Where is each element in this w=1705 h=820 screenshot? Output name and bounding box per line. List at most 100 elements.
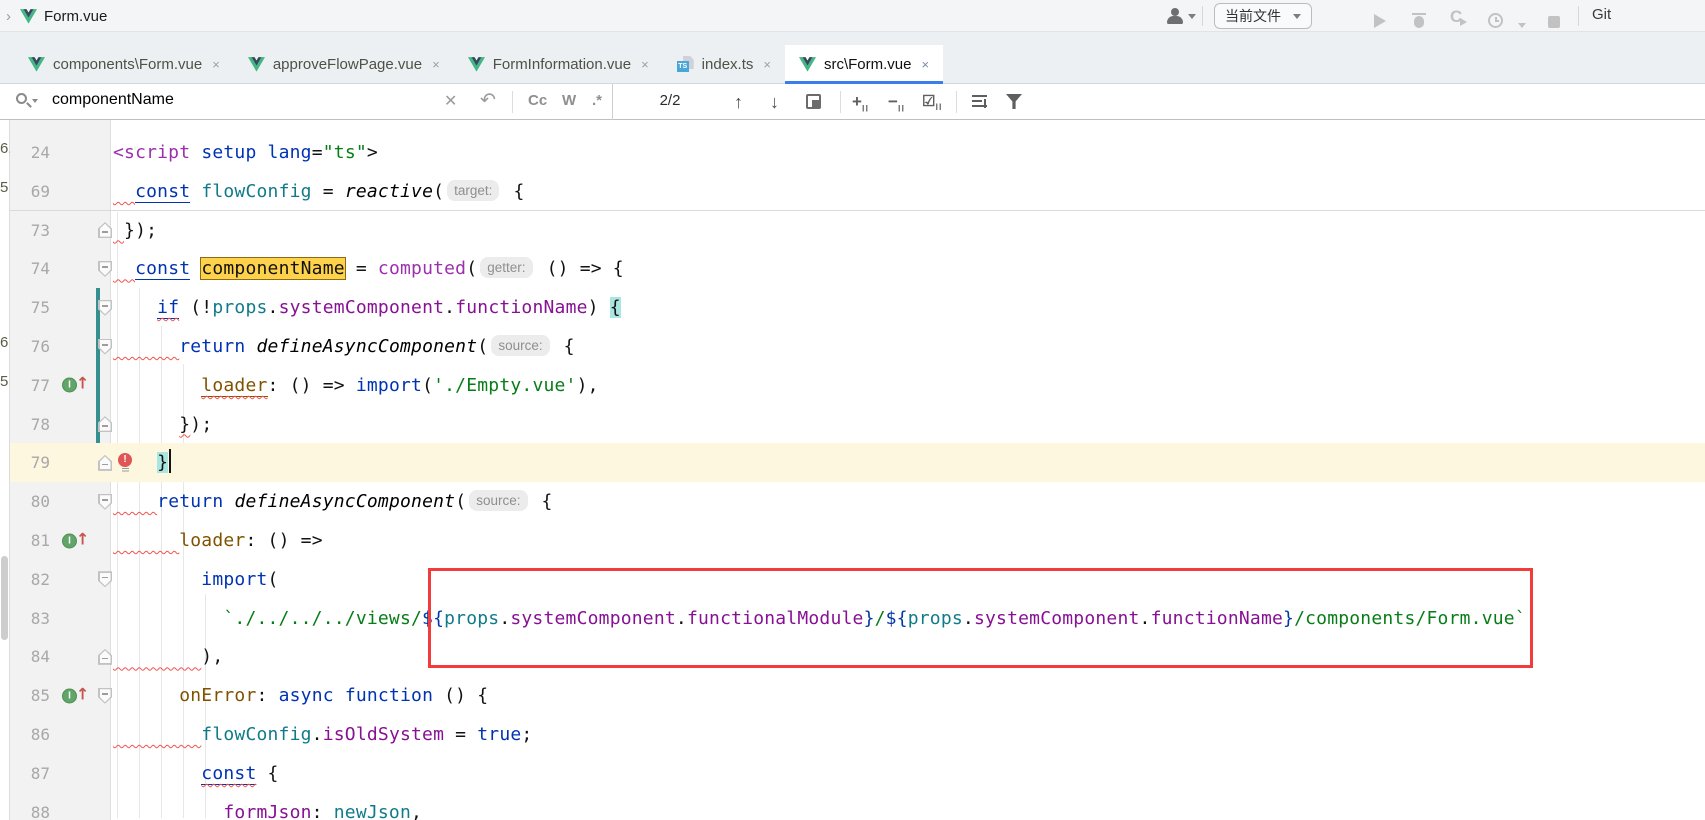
code-text: const componentName = computed(getter: (…	[113, 249, 624, 288]
title-bar: › Form.vue 当前文件 C Git	[0, 0, 1705, 32]
user-account-icon[interactable]	[1166, 4, 1196, 28]
code-text: return defineAsyncComponent(source: {	[113, 327, 575, 366]
run-configuration-dropdown[interactable]: 当前文件	[1214, 3, 1312, 29]
code-line-81[interactable]: 81I↑ loader: () =>	[0, 521, 1705, 560]
line-number[interactable]: 86	[14, 715, 50, 754]
code-text: `./../../../views/${props.systemComponen…	[113, 599, 1526, 638]
profiler-button[interactable]	[1488, 8, 1503, 32]
code-line-73[interactable]: 73 });	[0, 211, 1705, 250]
line-number[interactable]: 77	[14, 366, 50, 405]
code-text: flowConfig.isOldSystem = true;	[113, 715, 532, 754]
implicit-marker-icon[interactable]: I↑	[62, 376, 89, 395]
code-line-78[interactable]: 78 });	[0, 405, 1705, 444]
code-editor[interactable]: 6.565 24<script setup lang="ts">69 const…	[0, 120, 1705, 820]
code-text: });	[113, 405, 212, 444]
code-line-76[interactable]: 76 return defineAsyncComponent(source: {	[0, 327, 1705, 366]
line-number[interactable]: 24	[14, 133, 50, 172]
code-line-82[interactable]: 82 import(	[0, 560, 1705, 599]
fold-collapse-icon[interactable]	[98, 571, 112, 587]
run-button[interactable]	[1374, 9, 1386, 33]
line-number[interactable]: 79	[14, 443, 50, 482]
search-input[interactable]: componentName	[52, 91, 174, 109]
line-number[interactable]: 82	[14, 560, 50, 599]
code-text: formJson: newJson,	[113, 793, 422, 820]
line-number[interactable]: 69	[14, 172, 50, 211]
next-match-button[interactable]: ↓	[770, 92, 779, 113]
tab-src-form-vue[interactable]: src\Form.vue×	[785, 45, 943, 83]
tab-index-ts[interactable]: TSindex.ts×	[663, 45, 785, 83]
line-number[interactable]: 83	[14, 599, 50, 638]
git-menu[interactable]: Git	[1592, 6, 1611, 23]
tab-approveflowpage-vue[interactable]: approveFlowPage.vue×	[234, 45, 454, 83]
chevron-down-icon	[1293, 14, 1301, 19]
select-all-matches-icon[interactable]	[806, 94, 821, 109]
close-icon[interactable]: ×	[921, 57, 929, 72]
line-number[interactable]: 88	[14, 793, 50, 820]
tab-forminformation-vue[interactable]: FormInformation.vue×	[454, 45, 663, 83]
line-number[interactable]: 87	[14, 754, 50, 793]
select-occurrences-button[interactable]: ☑II	[922, 92, 942, 112]
code-line-87[interactable]: 87 const {	[0, 754, 1705, 793]
implicit-marker-icon[interactable]: I↑	[62, 686, 89, 705]
debug-button[interactable]	[1412, 8, 1426, 32]
line-number[interactable]: 75	[14, 288, 50, 327]
code-line-75[interactable]: 75 if (!props.systemComponent.functionNa…	[0, 288, 1705, 327]
fold-end-icon[interactable]	[98, 416, 112, 432]
text-caret	[169, 449, 171, 473]
implicit-marker-icon[interactable]: I↑	[62, 531, 89, 550]
fold-end-icon[interactable]	[98, 222, 112, 238]
whole-words-toggle[interactable]: W	[562, 92, 576, 109]
regex-toggle[interactable]: .*	[592, 92, 602, 109]
ts-icon: TS	[677, 56, 694, 72]
code-line-84[interactable]: 84 ),	[0, 637, 1705, 676]
line-number[interactable]: 78	[14, 405, 50, 444]
fold-collapse-icon[interactable]	[98, 261, 112, 277]
code-line-85[interactable]: 85I↑ onError: async function () {	[0, 676, 1705, 715]
fold-collapse-icon[interactable]	[98, 300, 112, 316]
search-history-icon[interactable]: ↶	[480, 89, 496, 112]
code-line-69[interactable]: 69 const flowConfig = reactive(target: {	[0, 172, 1705, 211]
close-icon[interactable]: ×	[432, 57, 440, 72]
preserve-case-icon[interactable]	[972, 95, 987, 108]
ide-window: › Form.vue 当前文件 C Git components\Form.vu…	[0, 0, 1705, 820]
search-divider	[840, 91, 841, 113]
run-with-coverage-button[interactable]: C	[1450, 5, 1462, 29]
code-line-86[interactable]: 86 flowConfig.isOldSystem = true;	[0, 715, 1705, 754]
code-line-77[interactable]: 77I↑ loader: () => import('./Empty.vue')…	[0, 366, 1705, 405]
stop-button[interactable]	[1548, 10, 1560, 34]
code-line-79[interactable]: 79! }	[0, 443, 1705, 482]
previous-match-button[interactable]: ↑	[734, 92, 743, 113]
line-number[interactable]: 84	[14, 637, 50, 676]
code-line-83[interactable]: 83 `./../../../views/${props.systemCompo…	[0, 599, 1705, 638]
add-occurrence-button[interactable]: +II	[852, 92, 869, 113]
fold-end-icon[interactable]	[98, 649, 112, 665]
fold-collapse-icon[interactable]	[98, 339, 112, 355]
vue-icon	[28, 57, 45, 72]
search-match-highlight: componentName	[201, 258, 344, 279]
line-number[interactable]: 85	[14, 676, 50, 715]
close-icon[interactable]: ×	[641, 57, 649, 72]
search-icon[interactable]	[16, 93, 38, 111]
filter-icon[interactable]	[1006, 94, 1022, 109]
line-number[interactable]: 73	[14, 211, 50, 250]
line-number[interactable]: 76	[14, 327, 50, 366]
line-number[interactable]: 81	[14, 521, 50, 560]
fold-collapse-icon[interactable]	[98, 494, 112, 510]
match-case-toggle[interactable]: Cc	[528, 92, 547, 109]
line-number[interactable]: 80	[14, 482, 50, 521]
line-number[interactable]: 74	[14, 249, 50, 288]
clear-search-icon[interactable]: ✕	[444, 91, 457, 111]
close-icon[interactable]: ×	[212, 57, 220, 72]
find-bar: componentName ✕ ↶ Cc W .* 2/2 ↑ ↓ +II −I…	[0, 84, 1705, 120]
fold-end-icon[interactable]	[98, 455, 112, 471]
fold-collapse-icon[interactable]	[98, 688, 112, 704]
close-icon[interactable]: ×	[763, 57, 771, 72]
search-divider	[512, 91, 513, 113]
remove-occurrence-button[interactable]: −II	[888, 92, 905, 113]
breadcrumb-chevron-icon[interactable]: ›	[4, 8, 13, 25]
code-line-74[interactable]: 74 const componentName = computed(getter…	[0, 249, 1705, 288]
code-line-88[interactable]: 88 formJson: newJson,	[0, 793, 1705, 820]
tab-components-form-vue[interactable]: components\Form.vue×	[14, 45, 234, 83]
code-line-80[interactable]: 80 return defineAsyncComponent(source: {	[0, 482, 1705, 521]
code-line-24[interactable]: 24<script setup lang="ts">	[0, 133, 1705, 172]
